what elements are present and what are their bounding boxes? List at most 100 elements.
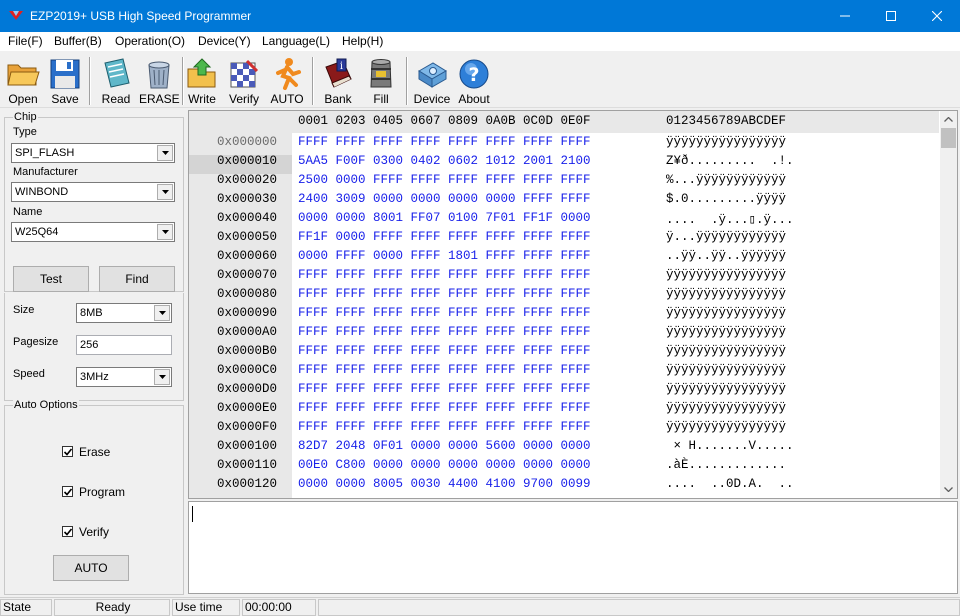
hex-bytes[interactable]: FFFF FFFF FFFF FFFF FFFF FFFF FFFF FFFF	[298, 325, 591, 339]
hex-row[interactable]: 0x000030 2400 3009 0000 0000 0000 0000 FF…	[189, 190, 939, 209]
menu-file[interactable]: File(F)	[8, 34, 43, 48]
state-label: State	[0, 599, 52, 616]
hex-bytes[interactable]: 82D7 2048 0F01 0000 0000 5600 0000 0000	[298, 439, 591, 453]
verify-checkbox[interactable]	[62, 526, 73, 537]
hex-bytes[interactable]: FFFF FFFF FFFF FFFF FFFF FFFF FFFF FFFF	[298, 363, 591, 377]
hex-address: 0x000000	[217, 135, 278, 149]
hex-row[interactable]: 0x0000C0 FFFF FFFF FFFF FFFF FFFF FFFF FF…	[189, 361, 939, 380]
hex-bytes[interactable]: 2400 3009 0000 0000 0000 0000 FFFF FFFF	[298, 192, 591, 206]
verify-label: Verify	[228, 92, 259, 106]
hex-bytes[interactable]: FFFF FFFF FFFF FFFF FFFF FFFF FFFF FFFF	[298, 382, 591, 396]
scroll-thumb[interactable]	[941, 128, 956, 148]
size-select[interactable]: 8MB	[76, 303, 172, 323]
hex-row[interactable]: 0x000060 0000 FFFF 0000 FFFF 1801 FFFF FF…	[189, 247, 939, 266]
save-button[interactable]: Save	[45, 54, 85, 106]
speed-value: 3MHz	[80, 371, 109, 383]
hex-row[interactable]: 0x000040 0000 0000 8001 FF07 0100 7F01 FF…	[189, 209, 939, 228]
hex-editor[interactable]: 0001 0203 0405 0607 0809 0A0B 0C0D 0E0F …	[188, 110, 958, 499]
erase-checkbox[interactable]	[62, 446, 73, 457]
hex-bytes[interactable]: 0000 FFFF 0000 FFFF 1801 FFFF FFFF FFFF	[298, 249, 591, 263]
hex-row[interactable]: 0x000010 5AA5 F00F 0300 0402 0602 1012 20…	[189, 152, 939, 171]
scroll-up-button[interactable]	[940, 111, 957, 128]
menu-buffer[interactable]: Buffer(B)	[54, 34, 102, 48]
hex-row[interactable]: 0x000080 FFFF FFFF FFFF FFFF FFFF FFFF FF…	[189, 285, 939, 304]
hex-row[interactable]: 0x000100 82D7 2048 0F01 0000 0000 5600 00…	[189, 437, 939, 456]
device-button[interactable]: Device	[411, 54, 453, 106]
hex-row[interactable]: 0x0000D0 FFFF FFFF FFFF FFFF FFFF FFFF FF…	[189, 380, 939, 399]
hex-row[interactable]: 0x000000 FFFF FFFF FFFF FFFF FFFF FFFF FF…	[189, 133, 939, 152]
chip-group: Chip Type SPI_FLASH Manufacturer WINBOND…	[4, 111, 184, 292]
hex-row[interactable]: 0x0000B0 FFFF FFFF FFFF FFFF FFFF FFFF FF…	[189, 342, 939, 361]
menu-bar: File(F) Buffer(B) Operation(O) Device(Y)…	[0, 32, 960, 51]
hex-address: 0x000050	[217, 230, 278, 244]
pagesize-field[interactable]: 256	[76, 335, 172, 355]
menu-device[interactable]: Device(Y)	[198, 34, 251, 48]
speed-label: Speed	[13, 368, 45, 380]
manufacturer-select[interactable]: WINBOND	[11, 182, 175, 202]
program-checkbox[interactable]	[62, 486, 73, 497]
menu-help[interactable]: Help(H)	[342, 34, 383, 48]
write-button[interactable]: Write	[184, 54, 220, 106]
hex-bytes[interactable]: 0000 0000 8001 FF07 0100 7F01 FF1F 0000	[298, 211, 591, 225]
menu-operation[interactable]: Operation(O)	[115, 34, 185, 48]
close-button[interactable]	[914, 0, 960, 32]
hex-bytes[interactable]: FFFF FFFF FFFF FFFF FFFF FFFF FFFF FFFF	[298, 287, 591, 301]
params-group: Size 8MB Pagesize 256 Speed 3MHz	[4, 293, 184, 401]
svg-text:i: i	[340, 61, 343, 72]
hex-bytes[interactable]: 0000 0000 8005 0030 4400 4100 9700 0099	[298, 477, 591, 491]
hex-row[interactable]: 0x0000A0 FFFF FFFF FFFF FFFF FFFF FFFF FF…	[189, 323, 939, 342]
verify-checker-icon	[230, 59, 259, 88]
hex-bytes[interactable]: FF1F 0000 FFFF FFFF FFFF FFFF FFFF FFFF	[298, 230, 591, 244]
info-book-icon: i	[325, 58, 352, 88]
hex-bytes[interactable]: FFFF FFFF FFFF FFFF FFFF FFFF FFFF FFFF	[298, 268, 591, 282]
maximize-button[interactable]	[868, 0, 914, 32]
hex-bytes[interactable]: 00E0 C800 0000 0000 0000 0000 0000 0000	[298, 458, 591, 472]
hex-bytes[interactable]: FFFF FFFF FFFF FFFF FFFF FFFF FFFF FFFF	[298, 420, 591, 434]
verify-button[interactable]: Verify	[224, 54, 264, 106]
hex-row[interactable]: 0x000050 FF1F 0000 FFFF FFFF FFFF FFFF FF…	[189, 228, 939, 247]
running-man-icon	[276, 58, 301, 90]
toolbar-separator	[89, 57, 91, 105]
hex-row[interactable]: 0x000090 FFFF FFFF FFFF FFFF FFFF FFFF FF…	[189, 304, 939, 323]
log-output[interactable]	[188, 501, 958, 594]
hex-row[interactable]: 0x0000E0 FFFF FFFF FFFF FFFF FFFF FFFF FF…	[189, 399, 939, 418]
chevron-down-icon	[944, 487, 953, 492]
hex-address: 0x000110	[217, 458, 278, 472]
hex-bytes[interactable]: FFFF FFFF FFFF FFFF FFFF FFFF FFFF FFFF	[298, 135, 591, 149]
hex-bytes[interactable]: 5AA5 F00F 0300 0402 0602 1012 2001 2100	[298, 154, 591, 168]
open-button[interactable]: Open	[3, 54, 43, 106]
test-button[interactable]: Test	[13, 266, 89, 292]
hex-bytes[interactable]: 2500 0000 FFFF FFFF FFFF FFFF FFFF FFFF	[298, 173, 591, 187]
hex-bytes[interactable]: FFFF FFFF FFFF FFFF FFFF FFFF FFFF FFFF	[298, 306, 591, 320]
erase-button[interactable]: ERASE	[139, 54, 180, 106]
chevron-up-icon	[944, 117, 953, 122]
auto-button[interactable]: AUTO	[53, 555, 129, 581]
erase-label: ERASE	[139, 92, 180, 106]
chip-name-select[interactable]: W25Q64	[11, 222, 175, 242]
hex-bytes[interactable]: FFFF FFFF FFFF FFFF FFFF FFFF FFFF FFFF	[298, 344, 591, 358]
auto-toolbar-button[interactable]: AUTO	[268, 54, 306, 106]
about-label: About	[458, 92, 490, 106]
about-button[interactable]: ? About	[455, 54, 493, 106]
read-button[interactable]: Read	[95, 54, 137, 106]
menu-language[interactable]: Language(L)	[262, 34, 330, 48]
scroll-down-button[interactable]	[940, 481, 957, 498]
floppy-disk-icon	[50, 59, 80, 89]
read-chip-icon	[104, 58, 130, 88]
hex-row[interactable]: 0x0000F0 FFFF FFFF FFFF FFFF FFFF FFFF FF…	[189, 418, 939, 437]
device-label: Device	[413, 92, 451, 106]
hex-row[interactable]: 0x000120 0000 0000 8005 0030 4400 4100 97…	[189, 475, 939, 494]
hex-row[interactable]: 0x000070 FFFF FFFF FFFF FFFF FFFF FFFF FF…	[189, 266, 939, 285]
fill-button[interactable]: Fill	[362, 54, 400, 106]
bank-button[interactable]: i Bank	[318, 54, 358, 106]
chip-name-value: W25Q64	[15, 226, 59, 238]
find-button[interactable]: Find	[99, 266, 175, 292]
minimize-button[interactable]	[822, 0, 868, 32]
speed-select[interactable]: 3MHz	[76, 367, 172, 387]
hex-bytes[interactable]: FFFF FFFF FFFF FFFF FFFF FFFF FFFF FFFF	[298, 401, 591, 415]
vertical-scrollbar[interactable]	[940, 111, 957, 498]
hex-row[interactable]: 0x000020 2500 0000 FFFF FFFF FFFF FFFF FF…	[189, 171, 939, 190]
type-select[interactable]: SPI_FLASH	[11, 143, 175, 163]
hex-row[interactable]: 0x000110 00E0 C800 0000 0000 0000 0000 00…	[189, 456, 939, 475]
hex-ascii: ÿÿÿÿÿÿÿÿÿÿÿÿÿÿÿÿ	[666, 268, 787, 282]
